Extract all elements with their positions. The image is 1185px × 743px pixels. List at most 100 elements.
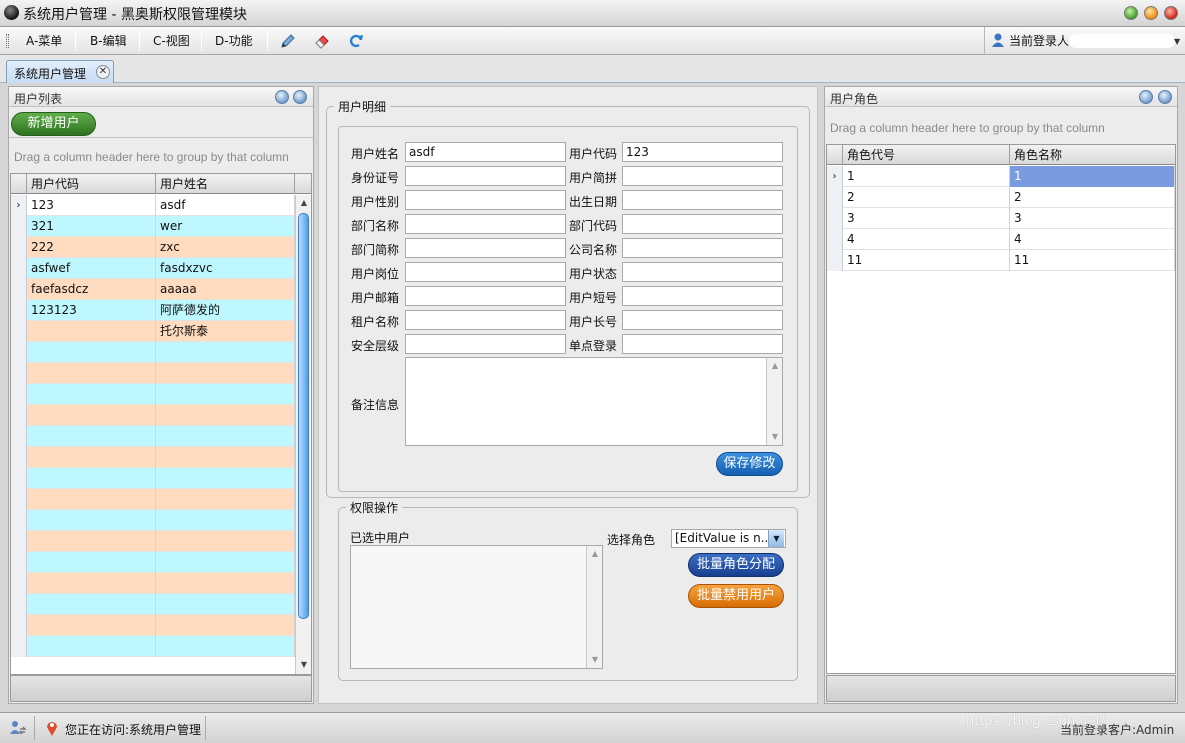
cell-user-code[interactable]: 222 — [27, 237, 156, 258]
cell-user-code[interactable] — [27, 426, 156, 447]
table-row[interactable]: 123123 阿萨德发的 — [11, 300, 295, 321]
text-field[interactable] — [405, 310, 566, 330]
row-indicator[interactable]: › — [827, 166, 843, 187]
scroll-thumb[interactable] — [298, 213, 309, 619]
toolbar-grip[interactable] — [6, 34, 9, 48]
cell-user-code[interactable] — [27, 489, 156, 510]
role-select[interactable]: [EditValue is n... ▼ — [671, 529, 786, 548]
row-indicator[interactable] — [11, 258, 27, 279]
row-indicator[interactable] — [11, 552, 27, 573]
text-field[interactable]: asdf — [405, 142, 566, 162]
text-field[interactable] — [622, 190, 783, 210]
row-indicator[interactable] — [11, 426, 27, 447]
table-row[interactable] — [11, 363, 295, 384]
row-indicator[interactable] — [827, 229, 843, 250]
table-row[interactable]: 222 zxc — [11, 237, 295, 258]
eraser-icon[interactable] — [313, 32, 331, 50]
row-indicator[interactable] — [11, 447, 27, 468]
cell-user-code[interactable] — [27, 531, 156, 552]
cell-user-name[interactable] — [156, 342, 295, 363]
cell-role-code[interactable]: 1 — [843, 166, 1010, 187]
table-row[interactable] — [11, 447, 295, 468]
chevron-down-icon[interactable]: ▼ — [1174, 37, 1180, 46]
minimize-button[interactable] — [1124, 6, 1138, 20]
cell-user-code[interactable]: asfwef — [27, 258, 156, 279]
text-field[interactable] — [622, 238, 783, 258]
table-row[interactable]: 22 — [827, 187, 1175, 208]
cell-user-code[interactable] — [27, 573, 156, 594]
row-indicator[interactable] — [11, 531, 27, 552]
text-field[interactable] — [405, 334, 566, 354]
row-indicator[interactable] — [11, 321, 27, 342]
cell-role-code[interactable]: 2 — [843, 187, 1010, 208]
close-icon[interactable]: ✕ — [96, 65, 110, 79]
text-field[interactable] — [405, 262, 566, 282]
row-indicator[interactable] — [827, 250, 843, 271]
remarks-scrollbar[interactable]: ▲ ▼ — [766, 358, 782, 445]
column-header-user-name[interactable]: 用户姓名 — [156, 174, 295, 194]
text-field[interactable] — [622, 334, 783, 354]
cell-user-name[interactable] — [156, 384, 295, 405]
text-field[interactable] — [405, 286, 566, 306]
menu-b[interactable]: B-编辑 — [86, 32, 131, 50]
selected-users-scrollbar[interactable]: ▲ ▼ — [586, 546, 602, 668]
remarks-textarea[interactable]: ▲ ▼ — [405, 357, 783, 446]
cell-user-name[interactable] — [156, 363, 295, 384]
table-row[interactable] — [11, 489, 295, 510]
cell-user-code[interactable]: 123123 — [27, 300, 156, 321]
row-indicator[interactable] — [11, 510, 27, 531]
batch-assign-role-button[interactable]: 批量角色分配 — [688, 553, 784, 577]
cell-user-name[interactable] — [156, 489, 295, 510]
panel-collapse-button[interactable] — [1139, 90, 1153, 104]
cell-user-name[interactable]: zxc — [156, 237, 295, 258]
row-indicator[interactable] — [11, 573, 27, 594]
cell-role-name[interactable]: 3 — [1010, 208, 1175, 229]
table-row[interactable] — [11, 615, 295, 636]
table-row[interactable]: 33 — [827, 208, 1175, 229]
row-indicator[interactable] — [11, 489, 27, 510]
close-button[interactable] — [1164, 6, 1178, 20]
cell-user-name[interactable] — [156, 510, 295, 531]
row-indicator[interactable]: › — [11, 195, 27, 216]
cell-user-code[interactable] — [27, 615, 156, 636]
table-row[interactable] — [11, 405, 295, 426]
text-field[interactable]: 123 — [622, 142, 783, 162]
cell-user-code[interactable] — [27, 342, 156, 363]
cell-user-name[interactable] — [156, 405, 295, 426]
cell-role-code[interactable]: 4 — [843, 229, 1010, 250]
add-user-button[interactable]: 新增用户 — [11, 112, 96, 136]
row-indicator[interactable] — [827, 187, 843, 208]
cell-user-name[interactable]: 托尔斯泰 — [156, 321, 295, 342]
table-row[interactable]: faefasdcz aaaaa — [11, 279, 295, 300]
row-indicator[interactable] — [11, 216, 27, 237]
row-indicator[interactable] — [11, 384, 27, 405]
scroll-up-icon[interactable]: ▲ — [587, 546, 603, 562]
cell-role-name[interactable]: 1 — [1010, 166, 1175, 187]
panel-pin-button[interactable] — [293, 90, 307, 104]
text-field[interactable] — [405, 166, 566, 186]
cell-role-name[interactable]: 11 — [1010, 250, 1175, 271]
save-changes-button[interactable]: 保存修改 — [716, 452, 783, 476]
table-row[interactable]: asfwef fasdxzvc — [11, 258, 295, 279]
cell-user-name[interactable] — [156, 615, 295, 636]
cell-user-code[interactable] — [27, 363, 156, 384]
column-header-role-code[interactable]: 角色代号 — [843, 145, 1010, 165]
table-row[interactable]: 321 wer — [11, 216, 295, 237]
scroll-down-icon[interactable]: ▼ — [767, 429, 783, 445]
table-row[interactable] — [11, 510, 295, 531]
cell-user-name[interactable] — [156, 636, 295, 657]
cell-user-name[interactable] — [156, 594, 295, 615]
panel-pin-button[interactable] — [1158, 90, 1172, 104]
text-field[interactable] — [622, 166, 783, 186]
row-indicator[interactable] — [11, 615, 27, 636]
text-field[interactable] — [405, 238, 566, 258]
tab-system-user-management[interactable]: 系统用户管理 ✕ — [6, 60, 114, 83]
table-row[interactable] — [11, 468, 295, 489]
scroll-down-icon[interactable]: ▼ — [296, 657, 311, 673]
maximize-button[interactable] — [1144, 6, 1158, 20]
table-row[interactable] — [11, 384, 295, 405]
table-row[interactable] — [11, 426, 295, 447]
table-row[interactable]: › 123 asdf — [11, 195, 295, 216]
row-indicator[interactable] — [11, 594, 27, 615]
cell-user-code[interactable] — [27, 552, 156, 573]
